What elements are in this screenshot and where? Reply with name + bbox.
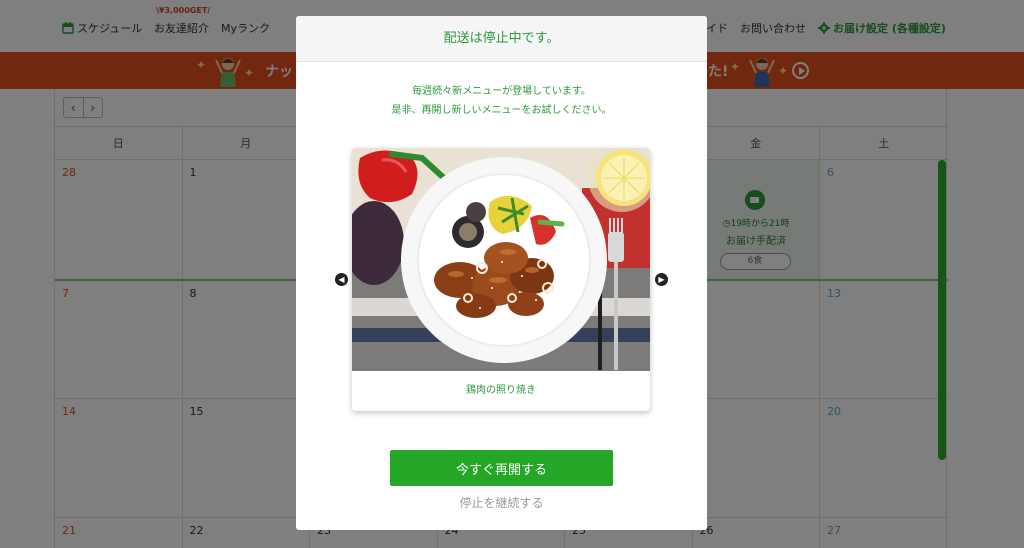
continue-pause-link[interactable]: 停止を継続する	[296, 494, 707, 511]
menu-food-image	[352, 148, 650, 371]
carousel-prev-button[interactable]: ◀	[335, 273, 348, 286]
modal-title: 配送は停止中です。	[296, 16, 707, 62]
menu-card[interactable]: 鶏肉の照り焼き	[352, 148, 650, 411]
paused-delivery-modal: 配送は停止中です。 毎週続々新メニューが登場しています。 是非、再開し新しいメニ…	[296, 16, 707, 530]
modal-message: 毎週続々新メニューが登場しています。 是非、再開し新しいメニューをお試しください…	[296, 82, 707, 120]
modal-message-line2: 是非、再開し新しいメニューをお試しください。	[391, 105, 612, 116]
modal-message-line1: 毎週続々新メニューが登場しています。	[412, 86, 591, 97]
menu-item-name: 鶏肉の照り焼き	[466, 385, 536, 396]
resume-now-button[interactable]: 今すぐ再開する	[390, 450, 613, 486]
carousel-next-button[interactable]: ▶	[655, 273, 668, 286]
